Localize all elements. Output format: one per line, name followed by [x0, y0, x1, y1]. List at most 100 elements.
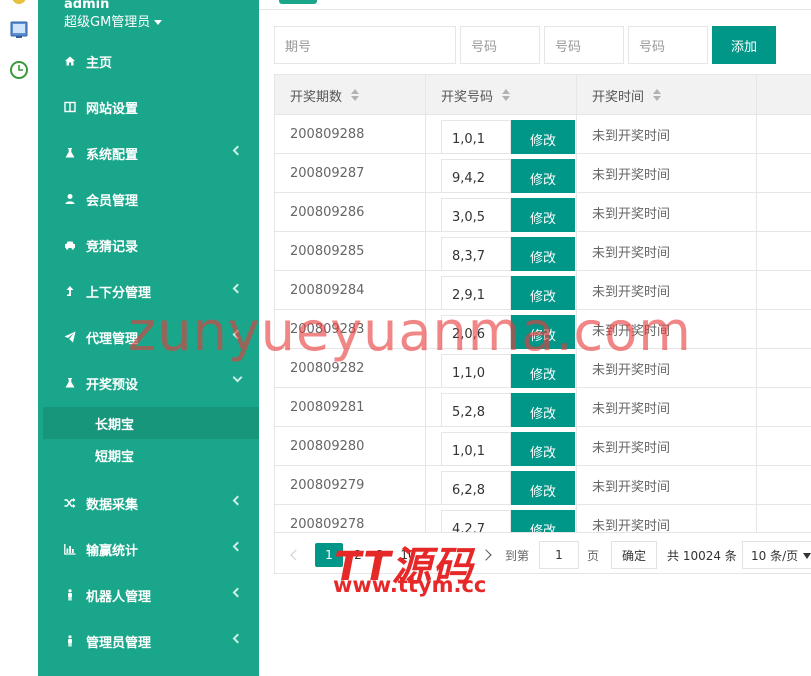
user-panel[interactable]: admin 超级GM管理员 — [64, 0, 162, 33]
page-size-select[interactable]: 10 条/页 — [742, 541, 811, 569]
cell-time: 未到开奖时间 — [577, 466, 757, 505]
prev-page-icon[interactable] — [289, 543, 303, 567]
pagination: 1 2 3 10 到第 1 页 确定 共 10024 条 10 条/页 — [275, 532, 811, 573]
home-icon — [64, 55, 76, 67]
cell-time: 未到开奖时间 — [577, 193, 757, 232]
sidebar-subitem-label: 长期宝 — [95, 417, 135, 433]
clock-icon[interactable] — [9, 60, 29, 80]
goto-page-input[interactable]: 1 — [539, 541, 579, 569]
cell-numbers: 6,2,8 修改 — [426, 466, 577, 505]
edit-button[interactable]: 修改 — [511, 354, 575, 388]
edit-button[interactable]: 修改 — [511, 237, 575, 271]
user-role-dropdown[interactable]: 超级GM管理员 — [64, 13, 162, 33]
sidebar-subitem-1[interactable]: 长期宝 — [38, 407, 259, 439]
cell-time: 未到开奖时间 — [577, 388, 757, 427]
number-input-1[interactable]: 号码 — [460, 26, 540, 64]
sidebar-item-9[interactable]: 数据采集 — [38, 480, 259, 526]
table-row: 200809278 4,2,7 修改 未到开奖时间 — [275, 505, 811, 532]
edit-button[interactable]: 修改 — [511, 393, 575, 427]
sidebar-item-label: 开奖预设 — [86, 377, 139, 393]
cell-time: 未到开奖时间 — [577, 505, 757, 532]
numbers-input[interactable]: 5,2,8 — [441, 393, 511, 427]
numbers-input[interactable]: 1,0,1 — [441, 432, 511, 466]
edit-button[interactable]: 修改 — [511, 120, 575, 154]
next-page-icon[interactable] — [479, 543, 493, 567]
chevron-left-icon — [232, 587, 243, 598]
table-row: 200809279 6,2,8 修改 未到开奖时间 — [275, 466, 811, 505]
cell-time: 未到开奖时间 — [577, 349, 757, 388]
sidebar-item-5[interactable]: 竞猜记录 — [38, 222, 259, 268]
period-input[interactable]: 期号 — [274, 26, 456, 64]
cell-numbers: 1,0,1 修改 — [426, 427, 577, 466]
numbers-input[interactable]: 2,9,1 — [441, 276, 511, 310]
edit-button[interactable]: 修改 — [511, 159, 575, 193]
edit-button[interactable]: 修改 — [511, 315, 575, 349]
page-3[interactable]: 3 — [369, 543, 391, 567]
sidebar-item-1[interactable]: 主页 — [38, 38, 259, 84]
sidebar-item-2[interactable]: 网站设置 — [38, 84, 259, 130]
numbers-input[interactable]: 2,0,6 — [441, 315, 511, 349]
header-period[interactable]: 开奖期数 — [275, 75, 426, 115]
edit-button[interactable]: 修改 — [511, 510, 575, 532]
table-header: 开奖期数 开奖号码 开奖时间 — [275, 75, 811, 115]
page-last[interactable]: 10 — [393, 543, 423, 567]
sidebar-subitem-label: 短期宝 — [95, 449, 135, 465]
sidebar-item-7[interactable]: 代理管理 — [38, 314, 259, 360]
numbers-input[interactable]: 4,2,7 — [441, 510, 511, 532]
table-row: 200809281 5,2,8 修改 未到开奖时间 — [275, 388, 811, 427]
numbers-input[interactable]: 1,1,0 — [441, 354, 511, 388]
header-numbers[interactable]: 开奖号码 — [426, 75, 577, 115]
sort-icon[interactable] — [351, 89, 360, 101]
sidebar-item-6[interactable]: 上下分管理 — [38, 268, 259, 314]
table-row: 200809280 1,0,1 修改 未到开奖时间 — [275, 427, 811, 466]
cell-numbers: 1,1,0 修改 — [426, 349, 577, 388]
cell-numbers: 9,4,2 修改 — [426, 154, 577, 193]
sidebar-item-8[interactable]: 开奖预设 — [38, 360, 259, 406]
number-input-2[interactable]: 号码 — [544, 26, 624, 64]
page-unit-label: 页 — [587, 548, 600, 563]
header-time[interactable]: 开奖时间 — [577, 75, 757, 115]
sidebar-item-label: 上下分管理 — [86, 285, 152, 301]
sidebar-subitem-2[interactable]: 短期宝 — [38, 439, 259, 471]
tab-bar — [259, 0, 811, 10]
male-icon — [64, 635, 76, 647]
chevron-left-icon — [232, 145, 243, 156]
edit-button[interactable]: 修改 — [511, 471, 575, 505]
number-input-3[interactable]: 号码 — [628, 26, 708, 64]
cell-numbers: 2,9,1 修改 — [426, 271, 577, 310]
numbers-input[interactable]: 3,0,5 — [441, 198, 511, 232]
sidebar-item-3[interactable]: 系统配置 — [38, 130, 259, 176]
sidebar-item-11[interactable]: 机器人管理 — [38, 572, 259, 618]
cell-time: 未到开奖时间 — [577, 310, 757, 349]
cell-time: 未到开奖时间 — [577, 232, 757, 271]
add-button[interactable]: 添加 — [712, 26, 776, 64]
goto-confirm-button[interactable]: 确定 — [611, 541, 657, 569]
numbers-input[interactable]: 8,3,7 — [441, 237, 511, 271]
cell-period: 200809280 — [275, 427, 426, 466]
numbers-input[interactable]: 1,0,1 — [441, 120, 511, 154]
paper-plane-icon — [64, 331, 76, 343]
page-2[interactable]: 2 — [347, 543, 369, 567]
sidebar-item-4[interactable]: 会员管理 — [38, 176, 259, 222]
monitor-icon[interactable] — [9, 20, 29, 40]
numbers-input[interactable]: 6,2,8 — [441, 471, 511, 505]
admin-page: admin 超级GM管理员 主页 网站设置 系统配置 会员管理 竞猜记录上下分管理代理管… — [0, 0, 811, 676]
numbers-input[interactable]: 9,4,2 — [441, 159, 511, 193]
car-icon — [64, 239, 76, 251]
cell-period: 200809279 — [275, 466, 426, 505]
edit-button[interactable]: 修改 — [511, 432, 575, 466]
chevron-left-icon — [232, 541, 243, 552]
flask-icon — [64, 377, 76, 389]
sort-icon[interactable] — [653, 89, 662, 101]
sidebar-item-10[interactable]: 输赢统计 — [38, 526, 259, 572]
cell-period: 200809284 — [275, 271, 426, 310]
active-tab-marker[interactable] — [279, 0, 317, 4]
edit-button[interactable]: 修改 — [511, 276, 575, 310]
page-1[interactable]: 1 — [315, 543, 343, 567]
sort-icon[interactable] — [502, 89, 511, 101]
cell-time: 未到开奖时间 — [577, 154, 757, 193]
sidebar-item-12[interactable]: 管理员管理 — [38, 618, 259, 664]
edit-button[interactable]: 修改 — [511, 198, 575, 232]
header-time-label: 开奖时间 — [592, 89, 645, 105]
cell-period: 200809288 — [275, 115, 426, 154]
